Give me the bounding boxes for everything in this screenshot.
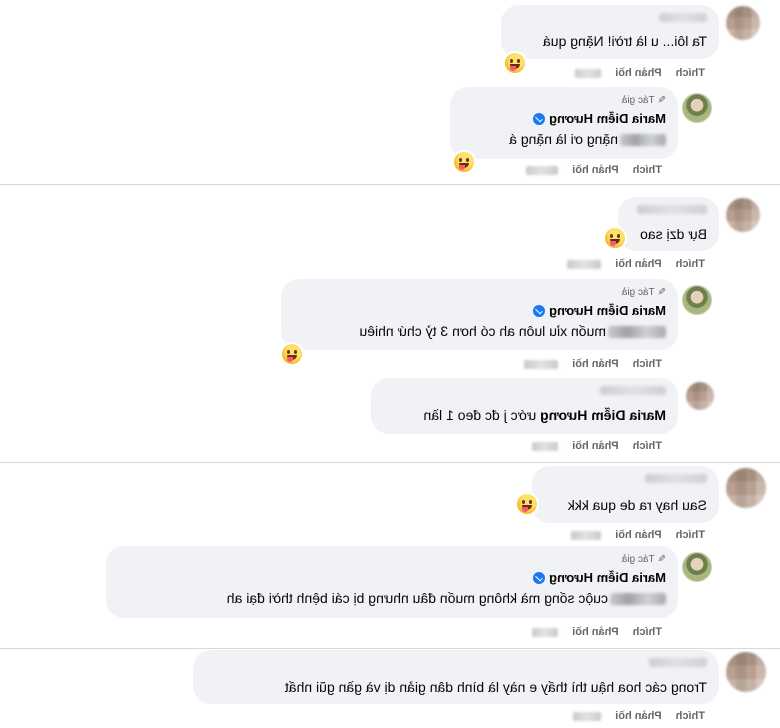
comment-actions: Thích Phản hồi — [524, 358, 662, 370]
like-button[interactable]: Thích — [633, 626, 662, 638]
commenter-avatar[interactable] — [726, 6, 760, 40]
commenter-avatar[interactable] — [726, 468, 766, 508]
author-avatar[interactable] — [682, 552, 712, 582]
pencil-icon: ✎ — [657, 95, 666, 106]
pencil-icon: ✎ — [657, 287, 666, 298]
like-button[interactable]: Thích — [676, 67, 705, 79]
author-tag: ✎ Tác giả — [621, 95, 666, 106]
author-reply-bubble: ✎ Tác giả Maria Diễm Hương muốn xỉu luôn… — [281, 279, 678, 350]
like-button[interactable]: Thích — [676, 258, 705, 270]
timestamp-blurred — [571, 530, 602, 540]
comment-text: Sau hay ra de qua kkk — [567, 497, 707, 513]
reply-button[interactable]: Phản hồi — [572, 358, 618, 370]
like-button[interactable]: Thích — [676, 529, 705, 541]
commenter-name-blurred[interactable] — [659, 13, 707, 22]
verified-badge-icon — [533, 304, 546, 317]
comment-text: Trong các hoa hậu thì thấy e này là bình… — [284, 679, 707, 695]
thread-separator — [0, 462, 780, 463]
like-button[interactable]: Thích — [633, 358, 662, 370]
comment-text: Maria Diễm Hương ước j đc đeo 1 lần — [423, 407, 666, 423]
haha-reaction-icon[interactable] — [282, 344, 302, 364]
reply-button[interactable]: Phản hồi — [615, 258, 661, 270]
haha-reaction-icon[interactable] — [505, 53, 525, 73]
comment-bubble: Sau hay ra de qua kkk — [532, 466, 719, 523]
redacted-text — [610, 593, 666, 606]
like-button[interactable]: Thích — [633, 440, 662, 452]
mention-link[interactable]: Maria Diễm Hương — [540, 407, 666, 423]
author-name-link[interactable]: Maria Diễm Hương — [533, 111, 666, 126]
commenter-name-blurred[interactable] — [645, 474, 707, 483]
commenter-avatar[interactable] — [686, 382, 714, 410]
timestamp-blurred — [532, 441, 559, 451]
author-name-link[interactable]: Maria Diễm Hương — [533, 303, 666, 318]
comment-thread-mirrored: Ta lôi... u là trời! Nặng quá Thích Phản… — [0, 0, 780, 728]
thread-separator — [0, 648, 780, 649]
comment-actions: Thích Phản hồi — [573, 710, 705, 722]
comment-actions: Thích Phản hồi — [575, 67, 705, 79]
timestamp-blurred — [573, 711, 602, 721]
timestamp-blurred — [532, 627, 559, 637]
pencil-icon: ✎ — [657, 554, 666, 565]
author-reply-bubble: ✎ Tác giả Maria Diễm Hương cuộc sống mà … — [106, 546, 678, 618]
verified-badge-icon — [533, 571, 546, 584]
comment-text: nặng ơi là nặng á — [509, 131, 666, 147]
author-tag: ✎ Tác giả — [621, 554, 666, 565]
timestamp-blurred — [526, 165, 559, 175]
author-tag: ✎ Tác giả — [621, 287, 666, 298]
author-name-link[interactable]: Maria Diễm Hương — [533, 570, 666, 585]
comment-bubble: Maria Diễm Hương ước j đc đeo 1 lần — [371, 378, 678, 434]
reply-button[interactable]: Phản hồi — [615, 67, 661, 79]
reply-button[interactable]: Phản hồi — [615, 529, 661, 541]
reply-button[interactable]: Phản hồi — [572, 440, 618, 452]
comment-bubble: Trong các hoa hậu thì thấy e này là bình… — [193, 650, 719, 704]
comment-text: Bự dzị sao — [640, 226, 707, 242]
timestamp-blurred — [567, 259, 602, 269]
comment-text: muốn xỉu luôn ah có hơn 3 tỷ chứ nhiêu — [359, 323, 666, 339]
author-avatar[interactable] — [682, 93, 712, 123]
timestamp-blurred — [575, 68, 602, 78]
haha-reaction-icon[interactable] — [517, 494, 537, 514]
like-button[interactable]: Thích — [676, 710, 705, 722]
commenter-avatar[interactable] — [726, 652, 766, 692]
comment-text: cuộc sống mà không muốn đâu nhưng bị cái… — [227, 590, 666, 606]
comment-bubble: Bự dzị sao — [618, 197, 719, 251]
comment-actions: Thích Phản hồi — [571, 529, 705, 541]
comment-actions: Thích Phản hồi — [532, 440, 662, 452]
like-button[interactable]: Thích — [633, 164, 662, 176]
comment-actions: Thích Phản hồi — [567, 258, 705, 270]
author-reply-bubble: ✎ Tác giả Maria Diễm Hương nặng ơi là nặ… — [450, 87, 678, 159]
commenter-name-blurred[interactable] — [637, 205, 707, 214]
commenter-avatar[interactable] — [726, 198, 760, 232]
haha-reaction-icon[interactable] — [605, 228, 625, 248]
timestamp-blurred — [524, 359, 559, 369]
reply-button[interactable]: Phản hồi — [572, 626, 618, 638]
haha-reaction-icon[interactable] — [454, 152, 474, 172]
author-avatar[interactable] — [682, 285, 712, 315]
comment-text: Ta lôi... u là trời! Nặng quá — [542, 33, 707, 49]
reply-button[interactable]: Phản hồi — [615, 710, 661, 722]
reply-button[interactable]: Phản hồi — [572, 164, 618, 176]
verified-badge-icon — [533, 112, 546, 125]
commenter-name-blurred[interactable] — [649, 658, 707, 667]
comment-actions: Thích Phản hồi — [526, 164, 662, 176]
commenter-name-blurred[interactable] — [600, 386, 666, 395]
redacted-text — [608, 326, 666, 339]
comment-bubble: Ta lôi... u là trời! Nặng quá — [501, 5, 719, 59]
thread-separator — [0, 184, 780, 185]
redacted-text — [620, 134, 666, 147]
comment-actions: Thích Phản hồi — [532, 626, 662, 638]
